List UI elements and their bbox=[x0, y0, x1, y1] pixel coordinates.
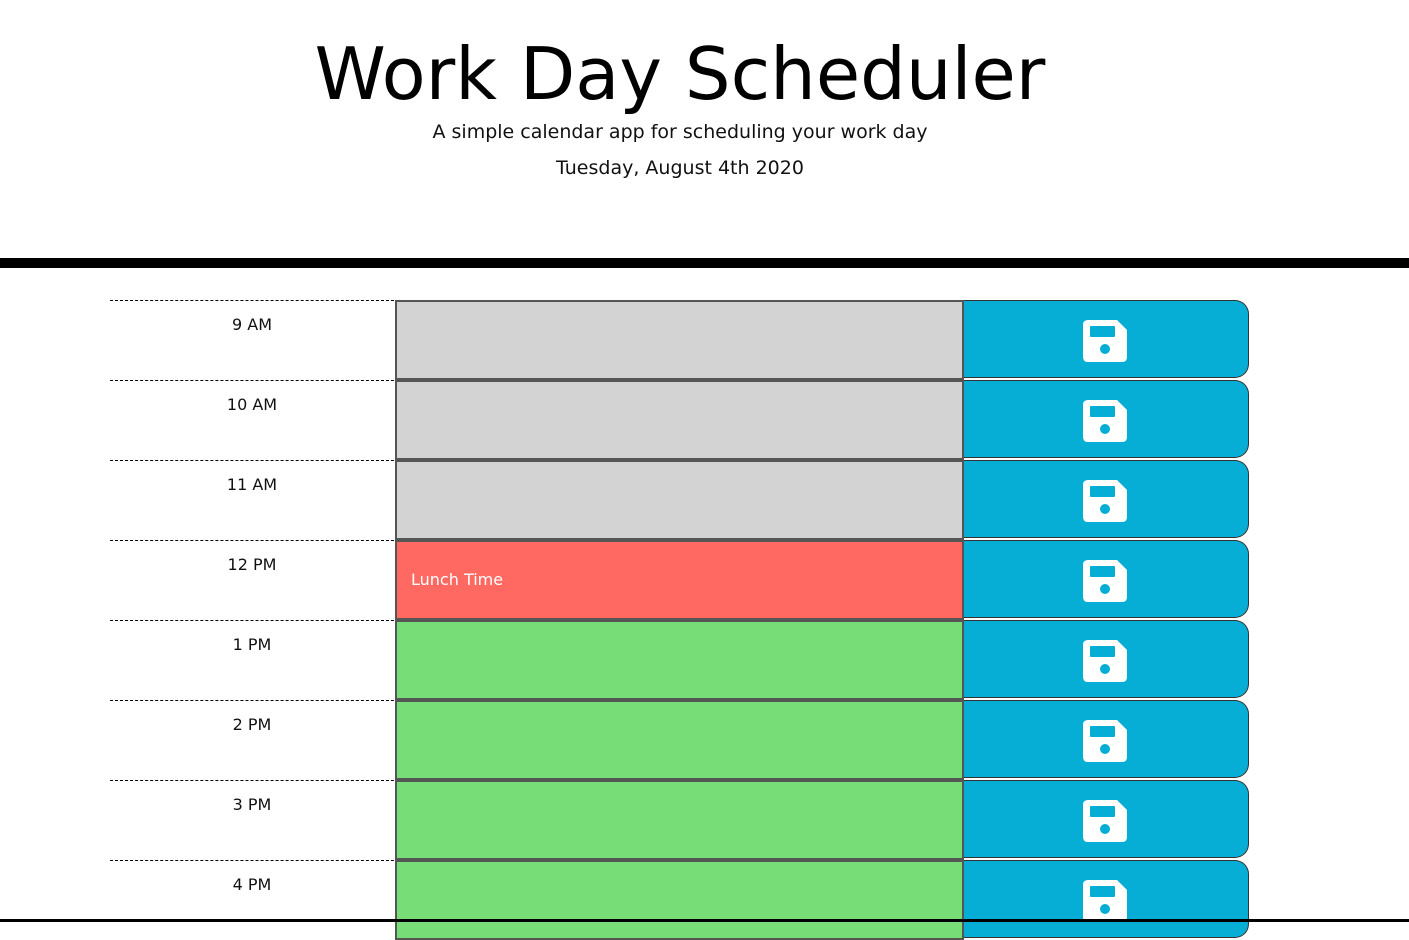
time-block-row: 1 PM bbox=[110, 620, 1250, 700]
hour-label: 11 AM bbox=[110, 460, 394, 540]
save-button[interactable] bbox=[964, 620, 1249, 698]
hour-label: 9 AM bbox=[110, 300, 394, 380]
save-button[interactable] bbox=[964, 780, 1249, 858]
page-subtitle: A simple calendar app for scheduling you… bbox=[432, 121, 928, 143]
event-description-textarea[interactable] bbox=[395, 780, 964, 860]
hour-label: 1 PM bbox=[110, 620, 394, 700]
time-block-row: 10 AM bbox=[110, 380, 1250, 460]
hour-label: 3 PM bbox=[110, 780, 394, 860]
save-button[interactable] bbox=[964, 460, 1249, 538]
page-title: Work Day Scheduler bbox=[314, 32, 1046, 116]
header-divider bbox=[0, 258, 1409, 268]
event-description-textarea[interactable] bbox=[395, 700, 964, 780]
time-block-row: 3 PM bbox=[110, 780, 1250, 860]
save-button[interactable] bbox=[964, 300, 1249, 378]
floppy-disk-icon bbox=[1083, 320, 1127, 362]
save-button[interactable] bbox=[964, 700, 1249, 778]
hour-label: 4 PM bbox=[110, 860, 394, 940]
time-block-row: 9 AM bbox=[110, 300, 1250, 380]
event-description-textarea[interactable] bbox=[395, 460, 964, 540]
event-description-text: Lunch Time bbox=[411, 570, 504, 589]
current-day: Tuesday, August 4th 2020 bbox=[556, 157, 804, 179]
header: Work Day Scheduler A simple calendar app… bbox=[0, 0, 1409, 258]
floppy-disk-icon bbox=[1083, 560, 1127, 602]
hour-label: 12 PM bbox=[110, 540, 394, 620]
time-block-row: 12 PM Lunch Time bbox=[110, 540, 1250, 620]
floppy-disk-icon bbox=[1083, 720, 1127, 762]
time-block-row: 2 PM bbox=[110, 700, 1250, 780]
floppy-disk-icon bbox=[1083, 800, 1127, 842]
event-description-textarea[interactable]: Lunch Time bbox=[395, 540, 964, 620]
event-description-textarea[interactable] bbox=[395, 380, 964, 460]
hour-label: 10 AM bbox=[110, 380, 394, 460]
time-block-row: 11 AM bbox=[110, 460, 1250, 540]
event-description-textarea[interactable] bbox=[395, 300, 964, 380]
hour-label: 2 PM bbox=[110, 700, 394, 780]
event-description-textarea[interactable] bbox=[395, 860, 964, 940]
floppy-disk-icon bbox=[1083, 400, 1127, 442]
time-block-row: 4 PM bbox=[110, 860, 1250, 940]
floppy-disk-icon bbox=[1083, 880, 1127, 922]
save-button[interactable] bbox=[964, 860, 1249, 938]
save-button[interactable] bbox=[964, 380, 1249, 458]
event-description-textarea[interactable] bbox=[395, 620, 964, 700]
save-button[interactable] bbox=[964, 540, 1249, 618]
schedule-container: 9 AM 10 AM 11 AM 12 PM Lunch Time 1 PM 2 PM 3 P… bbox=[110, 300, 1250, 940]
floppy-disk-icon bbox=[1083, 480, 1127, 522]
floppy-disk-icon bbox=[1083, 640, 1127, 682]
